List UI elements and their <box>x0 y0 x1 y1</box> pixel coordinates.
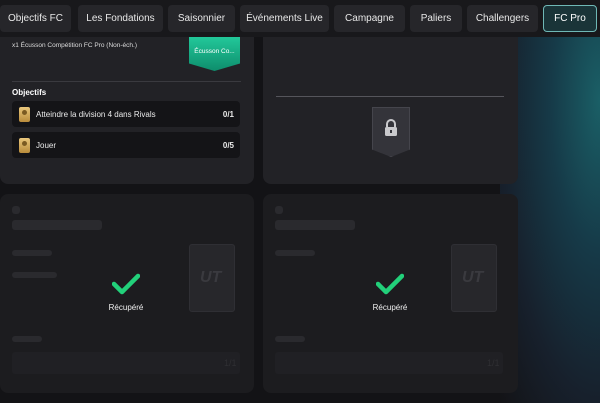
claimed-label: Récupéré <box>108 303 144 312</box>
objective-row[interactable]: Jouer 0/5 <box>12 132 240 158</box>
lock-icon <box>372 107 410 157</box>
ghost-element <box>275 206 283 214</box>
divider <box>12 81 241 82</box>
ghost-element <box>12 220 102 230</box>
ghost-element <box>275 250 315 256</box>
ghost-element <box>12 336 42 342</box>
objective-label: Atteindre la division 4 dans Rivals <box>36 109 156 119</box>
pack-image: UT <box>189 244 235 312</box>
claimed-label: Récupéré <box>372 303 408 312</box>
tab-fc-pro[interactable]: FC Pro <box>543 5 597 32</box>
tab-objectifs-fc[interactable]: Objectifs FC <box>0 5 71 32</box>
objective-progress: 0/1 <box>222 109 234 119</box>
reward-text: x1 Écusson Compétition FC Pro (Non-éch.) <box>12 42 137 49</box>
badge-label: Écusson Co... <box>194 47 235 55</box>
checkmark-icon <box>376 273 404 295</box>
tab-challengers[interactable]: Challengers <box>467 5 538 32</box>
tab-paliers[interactable]: Paliers <box>410 5 462 32</box>
tab-saisonnier[interactable]: Saisonnier <box>168 5 235 32</box>
ghost-row <box>12 352 240 374</box>
tab-bar: Objectifs FC Les Fondations Saisonnier É… <box>0 0 600 37</box>
claimed-status: Récupéré <box>96 273 156 312</box>
objective-label: Jouer <box>36 140 57 150</box>
divider <box>276 96 504 97</box>
ghost-element <box>12 206 20 214</box>
tab-campagne[interactable]: Campagne <box>334 5 405 32</box>
claimed-progress: 1/1 <box>487 358 500 368</box>
tab-evenements-live[interactable]: Événements Live <box>240 5 329 32</box>
objective-row[interactable]: Atteindre la division 4 dans Rivals 0/1 <box>12 101 240 127</box>
objective-progress: 0/5 <box>222 140 234 150</box>
objectives-heading: Objectifs <box>12 88 47 97</box>
ghost-row <box>275 352 503 374</box>
medal-icon <box>19 137 30 153</box>
medal-icon <box>19 106 30 122</box>
tab-les-fondations[interactable]: Les Fondations <box>78 5 163 32</box>
ghost-element <box>12 250 52 256</box>
ghost-element <box>12 272 57 278</box>
ghost-element <box>275 336 305 342</box>
ghost-element <box>275 220 355 230</box>
pack-image: UT <box>451 244 497 312</box>
checkmark-icon <box>112 273 140 295</box>
claimed-progress: 1/1 <box>224 358 237 368</box>
claimed-status: Récupéré <box>360 273 420 312</box>
